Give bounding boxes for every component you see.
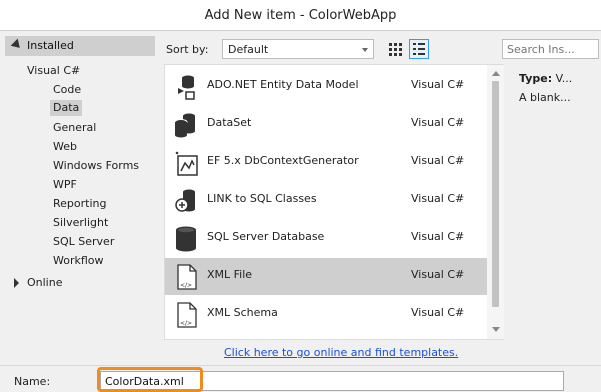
tree-item-workflow[interactable]: Workflow (50, 253, 107, 269)
template-name: ADO.NET Entity Data Model (207, 78, 359, 91)
tree-item-data[interactable]: Data (50, 100, 83, 116)
type-line: Type: V... (519, 72, 572, 85)
tree-item-silverlight[interactable]: Silverlight (50, 215, 111, 231)
chevron-down-icon (362, 48, 368, 52)
name-row: Name: (0, 365, 601, 392)
template-name: LINK to SQL Classes (207, 192, 317, 205)
template-language: Visual C# (411, 230, 465, 243)
entity-model-icon (178, 75, 195, 100)
template-list: ADO.NET Entity Data Model Visual C# Data… (164, 64, 504, 340)
tree-item-reporting[interactable]: Reporting (50, 196, 109, 212)
name-input[interactable] (101, 372, 563, 390)
expand-arrow-icon (10, 38, 24, 52)
template-item-xml-schema[interactable]: </> XML Schema Visual C# (165, 296, 487, 333)
template-name: XML File (207, 268, 253, 281)
template-language: Visual C# (411, 192, 465, 205)
sort-by-dropdown[interactable]: Default (222, 39, 374, 59)
tree-item-visual-csharp[interactable]: Visual C# (24, 63, 83, 79)
window-title: Add New item - ColorWebApp (0, 0, 601, 31)
template-item-sql-server-db[interactable]: SQL Server Database Visual C# (165, 220, 487, 257)
template-language: Visual C# (411, 268, 465, 281)
installed-label: Installed (27, 39, 74, 52)
online-templates-link[interactable]: Click here to go online and find templat… (224, 346, 458, 359)
template-language: Visual C# (411, 78, 465, 91)
sort-by-label: Sort by: (166, 43, 209, 56)
tree-item-online[interactable]: Online (24, 275, 65, 291)
template-name: XML Schema (207, 306, 278, 319)
database-icon (176, 226, 196, 252)
list-view-button[interactable] (409, 39, 429, 59)
template-language: Visual C# (411, 154, 465, 167)
scroll-up-icon[interactable] (492, 71, 500, 76)
name-label: Name: (14, 375, 51, 388)
type-value: V... (555, 72, 573, 85)
dataset-icon (174, 113, 195, 138)
xml-schema-icon: </> (177, 302, 197, 328)
linq-classes-icon (175, 189, 195, 212)
medium-icons-view-button[interactable] (385, 39, 405, 59)
xml-file-icon: </> (177, 264, 197, 290)
tree-item-web[interactable]: Web (50, 139, 80, 155)
sort-toolbar: Sort by: Default (160, 31, 601, 64)
tree-item-windows-forms[interactable]: Windows Forms (50, 158, 142, 174)
search-installed-input-box[interactable] (502, 39, 599, 59)
installed-header[interactable]: Installed (5, 36, 155, 56)
tree-item-general[interactable]: General (50, 120, 99, 136)
details-pane: Type: V... A blank... (505, 64, 601, 340)
collapse-arrow-icon[interactable] (14, 278, 19, 288)
tree-item-sql-server[interactable]: SQL Server (50, 234, 117, 250)
sort-by-value: Default (228, 43, 269, 56)
tree-item-code[interactable]: Code (50, 82, 84, 98)
template-tree: Installed Visual C# Code Data General We… (0, 31, 160, 361)
tree-item-wpf[interactable]: WPF (50, 177, 80, 193)
scrollbar-thumb[interactable] (492, 81, 499, 307)
dbcontext-generator-icon (175, 151, 198, 176)
template-item-dataset[interactable]: DataSet Visual C# (165, 106, 487, 143)
type-label: Type: (519, 72, 553, 85)
svg-text:</>: </> (180, 282, 192, 289)
template-name: DataSet (207, 116, 252, 129)
template-item-xml-file[interactable]: </> XML File Visual C# (165, 258, 487, 295)
item-description: A blank... (519, 91, 571, 104)
grid-view-icon (389, 43, 402, 56)
template-name: SQL Server Database (207, 230, 325, 243)
scroll-down-icon[interactable] (492, 327, 500, 332)
search-installed-input[interactable] (503, 40, 598, 58)
template-item-ef-dbcontext[interactable]: EF 5.x DbContextGenerator Visual C# (165, 144, 487, 181)
list-view-icon (413, 43, 425, 55)
template-item-link-to-sql[interactable]: LINK to SQL Classes Visual C# (165, 182, 487, 219)
template-list-scrollbar[interactable] (487, 65, 504, 339)
name-field-box[interactable] (100, 371, 564, 391)
template-name: EF 5.x DbContextGenerator (207, 154, 359, 167)
template-language: Visual C# (411, 116, 465, 129)
template-language: Visual C# (411, 306, 465, 319)
svg-text:</>: </> (180, 320, 192, 327)
template-item-ado-net[interactable]: ADO.NET Entity Data Model Visual C# (165, 68, 487, 105)
